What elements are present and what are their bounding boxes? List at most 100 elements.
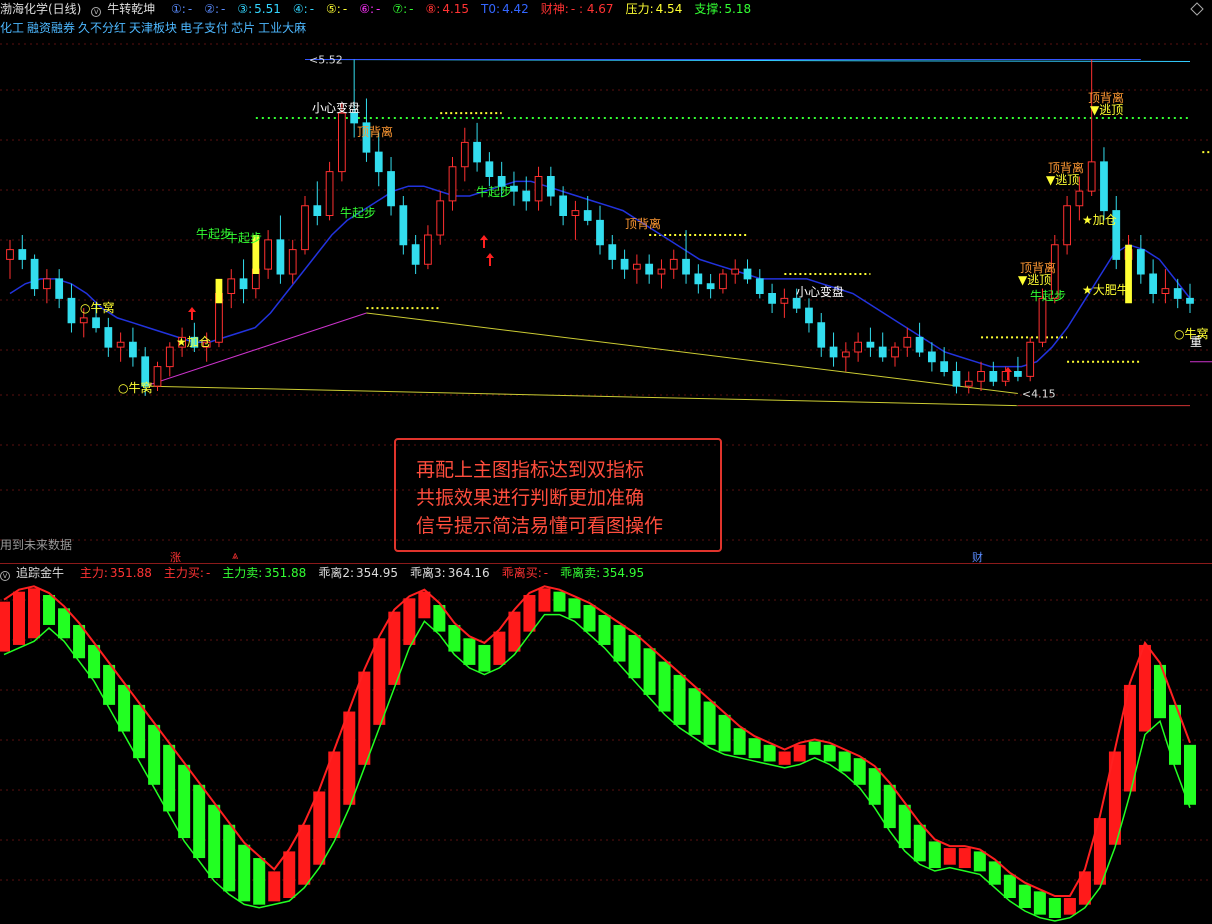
indicator-bar bbox=[463, 638, 476, 665]
chart-annotation: ▼逃顶 bbox=[1090, 103, 1123, 117]
candle bbox=[460, 141, 469, 168]
indicator-bar bbox=[208, 804, 221, 879]
candle bbox=[411, 244, 420, 265]
candle bbox=[1014, 371, 1022, 377]
indicator-bar bbox=[793, 744, 806, 762]
indicator-bar bbox=[898, 804, 911, 849]
indicator-bar bbox=[748, 738, 761, 759]
buy-arrow-icon bbox=[480, 235, 488, 248]
sub-header-field-label: 乖离卖: bbox=[560, 566, 601, 580]
header-field: ④: - bbox=[293, 2, 320, 16]
candle bbox=[1161, 288, 1170, 294]
sub-chart-header: v 追踪金牛 主力: 351.88 主力买: - 主力卖: 351.88 乖离2: 354.95… bbox=[0, 565, 662, 581]
chart-annotation: 牛起步 bbox=[340, 205, 376, 220]
candle bbox=[325, 171, 334, 216]
indicator-bar bbox=[643, 648, 656, 695]
concept-tag[interactable]: 化工 bbox=[0, 21, 24, 35]
chart-annotation: 小心变盘 bbox=[796, 284, 844, 299]
candle bbox=[337, 112, 346, 173]
candle bbox=[424, 234, 432, 265]
indicator-bar bbox=[538, 588, 551, 612]
expand-icon[interactable] bbox=[1190, 2, 1204, 16]
indicator-bar bbox=[433, 604, 446, 632]
indicator-bar bbox=[163, 744, 176, 812]
indicator-bar bbox=[988, 861, 1001, 885]
header-field-label: ⑤: bbox=[326, 2, 341, 16]
candle bbox=[817, 322, 826, 348]
indicator-bar bbox=[103, 664, 116, 705]
candle bbox=[829, 346, 838, 358]
candle bbox=[841, 351, 850, 358]
candle bbox=[706, 283, 715, 290]
candle bbox=[768, 293, 776, 304]
candle bbox=[55, 278, 64, 299]
sub-header-field-label: 主力买: bbox=[163, 566, 204, 580]
indicator-bar bbox=[763, 744, 776, 762]
axis-marker: 财 bbox=[972, 551, 983, 564]
indicator-bar bbox=[358, 671, 371, 765]
candle bbox=[866, 341, 875, 348]
candle bbox=[669, 258, 678, 270]
indicator-bar bbox=[1108, 751, 1121, 845]
chart-annotation: ○牛窝 bbox=[118, 380, 152, 395]
sub-header-field-value: 354.95 bbox=[356, 566, 399, 580]
trend-line bbox=[145, 312, 367, 387]
candle bbox=[878, 346, 887, 358]
concept-tag[interactable]: 电子支付 bbox=[180, 21, 228, 35]
candle bbox=[448, 166, 457, 202]
indicator-bar bbox=[1003, 874, 1016, 899]
indicator-top-line bbox=[3, 585, 1191, 897]
pane-divider[interactable] bbox=[0, 563, 1212, 564]
indicator-bar bbox=[823, 744, 836, 762]
candle bbox=[645, 263, 654, 275]
chart-annotation: 小心变盘 bbox=[312, 100, 360, 115]
candle bbox=[952, 371, 961, 387]
indicator-bar bbox=[343, 711, 356, 805]
indicator-bar bbox=[388, 611, 401, 685]
indicator-bar bbox=[838, 751, 851, 772]
concept-tag[interactable]: 芯片 bbox=[231, 21, 255, 35]
concept-tag[interactable]: 久不分红 bbox=[78, 21, 126, 35]
header-field-value: - bbox=[376, 2, 381, 16]
indicator-bar bbox=[148, 724, 161, 785]
chart-annotation: 顶背离 bbox=[357, 124, 393, 139]
chevron-down-icon[interactable]: v bbox=[0, 571, 10, 581]
candle bbox=[596, 219, 604, 246]
arrow-head bbox=[486, 253, 494, 258]
concept-tag[interactable]: 融资融券 bbox=[27, 21, 75, 35]
indicator-bar bbox=[298, 824, 311, 885]
header-field-label: 财神: bbox=[540, 2, 569, 16]
candle bbox=[92, 317, 100, 329]
candle bbox=[694, 273, 703, 285]
sub-header-field-value: 364.16 bbox=[447, 566, 490, 580]
indicator-bar bbox=[853, 758, 866, 785]
sub-indicator-toggle[interactable]: v 追踪金牛 bbox=[0, 566, 70, 581]
indicator-bar bbox=[88, 644, 101, 679]
candle bbox=[1149, 273, 1158, 294]
indicator-bar bbox=[883, 784, 896, 829]
indicator-toggle[interactable]: v 牛转乾坤 bbox=[91, 2, 161, 17]
arrow-head bbox=[188, 307, 196, 312]
header-field-label: ⑥: bbox=[359, 2, 375, 16]
indicator-bar bbox=[943, 848, 956, 865]
indicator-bar bbox=[808, 741, 821, 755]
stock-name[interactable]: 渤海化学(日线) bbox=[0, 2, 81, 16]
header-field-value: - bbox=[187, 2, 193, 16]
candle bbox=[264, 239, 273, 270]
concept-tag[interactable]: 天津板块 bbox=[129, 21, 177, 35]
candle bbox=[18, 249, 27, 260]
sub-header-field: 主力: 351.88 bbox=[80, 566, 158, 580]
annotation-note-box: 再配上主图指标达到双指标 共振效果进行判断更加准确 信号提示简洁易懂可看图操作 bbox=[394, 438, 722, 552]
header-field: 财神: - : 4.67 bbox=[541, 2, 620, 16]
chart-annotation: ▼逃顶 bbox=[1018, 273, 1051, 287]
indicator-bar bbox=[238, 844, 251, 902]
header-field-value: - bbox=[221, 2, 226, 16]
concept-tag[interactable]: 工业大麻 bbox=[258, 21, 306, 35]
chevron-down-icon[interactable]: v bbox=[91, 7, 102, 17]
indicator-bar bbox=[403, 598, 416, 645]
chart-annotation: ○牛窝 bbox=[80, 300, 114, 315]
candle bbox=[1038, 297, 1047, 343]
arrow-head bbox=[480, 235, 488, 240]
sub-indicator-name: 追踪金牛 bbox=[16, 566, 65, 580]
candle bbox=[116, 341, 125, 348]
